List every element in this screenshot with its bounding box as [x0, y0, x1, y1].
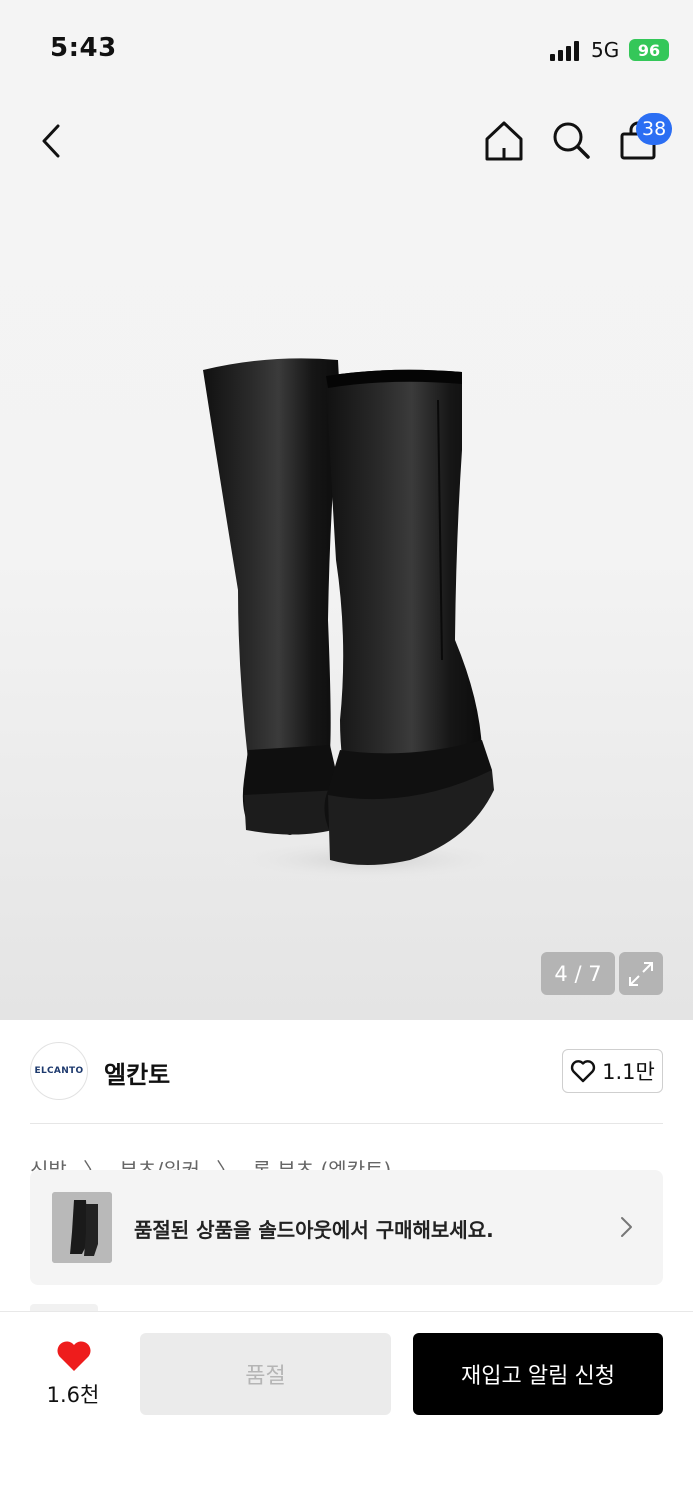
brand-like-button[interactable]: 1.1만 — [562, 1049, 663, 1093]
status-time: 5:43 — [50, 33, 117, 63]
brand-logo-text: ELCANTO — [34, 1066, 84, 1076]
signal-icon — [550, 41, 579, 61]
restock-notify-button[interactable]: 재입고 알림 신청 — [413, 1333, 663, 1415]
soldout-button: 품절 — [140, 1333, 391, 1415]
banner-thumbnail — [52, 1192, 112, 1263]
divider — [30, 1123, 663, 1124]
brand-name[interactable]: 엘칸토 — [104, 1055, 170, 1090]
heart-outline-icon — [571, 1060, 596, 1083]
status-bar: 5:43 5G 96 — [0, 0, 693, 100]
wish-count: 1.6천 — [46, 1383, 100, 1407]
expand-button[interactable] — [619, 952, 663, 995]
brand-like-count: 1.1만 — [602, 1060, 655, 1084]
product-boots-image — [203, 358, 520, 882]
battery-icon: 96 — [629, 39, 669, 61]
soldout-banner-text: 품절된 상품을 솔드아웃에서 구매해보세요. — [134, 1218, 494, 1242]
brand-logo[interactable]: ELCANTO — [30, 1042, 88, 1100]
heart-filled-icon[interactable] — [55, 1339, 93, 1373]
expand-icon — [629, 961, 653, 986]
network-type: 5G — [591, 38, 620, 62]
home-icon[interactable] — [484, 120, 524, 162]
soldout-banner[interactable]: 품절된 상품을 솔드아웃에서 구매해보세요. — [30, 1170, 663, 1285]
search-icon[interactable] — [551, 120, 591, 162]
battery-level: 96 — [637, 40, 661, 60]
chevron-left-icon[interactable] — [38, 122, 66, 160]
cart-count-badge[interactable]: 38 — [636, 113, 673, 145]
chevron-right-icon — [621, 1217, 632, 1237]
product-image-gallery[interactable]: 5:43 5G 96 38 4 / 7 — [0, 0, 693, 1020]
image-counter: 4 / 7 — [541, 952, 615, 995]
